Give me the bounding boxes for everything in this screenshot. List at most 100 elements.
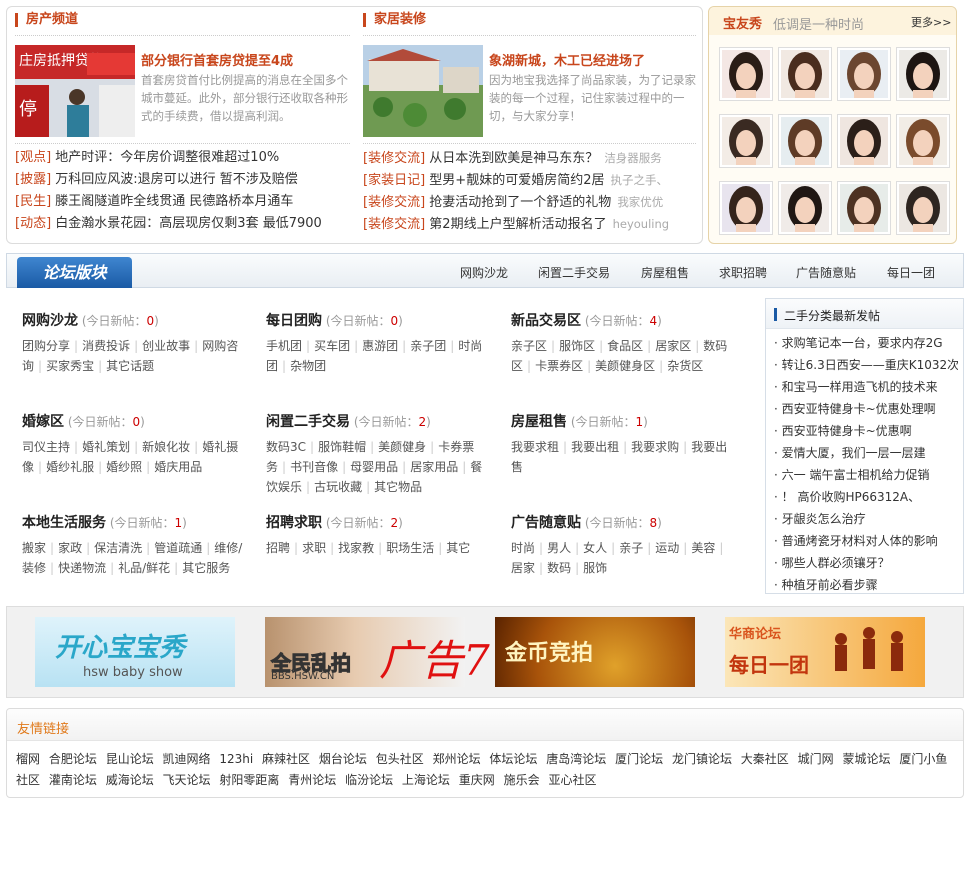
friend-link[interactable]: 烟台论坛 (319, 752, 367, 766)
subforum-link[interactable]: 婚纱照 (106, 460, 142, 474)
friend-link[interactable]: 临汾论坛 (345, 773, 393, 787)
baby-show-more-link[interactable]: 更多>> (911, 14, 951, 30)
subforum-link[interactable]: 我要出租 (571, 440, 619, 454)
home-feature-image[interactable] (363, 45, 483, 137)
subforum-link[interactable]: 亲子区 (511, 339, 547, 353)
baby-photo[interactable] (719, 114, 773, 168)
subforum-link[interactable]: 我要求购 (631, 440, 679, 454)
subforum-link[interactable]: 美容 (691, 541, 715, 555)
subforum-link[interactable]: 搬家 (22, 541, 46, 555)
friend-link[interactable]: 大秦社区 (741, 752, 789, 766)
subforum-link[interactable]: 服饰鞋帽 (318, 440, 366, 454)
classified-item[interactable]: · 求购笔记本一台，要求内存2G (774, 332, 958, 354)
friend-link[interactable]: 亚心社区 (548, 773, 596, 787)
friend-link[interactable]: 凯迪网络 (163, 752, 211, 766)
news-item[interactable]: [装修交流] 第2期线上户型解析活动报名了 heyouling (363, 213, 698, 235)
home-title[interactable]: 家居装修 (363, 13, 426, 27)
subforum-link[interactable]: 管道疏通 (154, 541, 202, 555)
subforum-link[interactable]: 杂货区 (667, 359, 703, 373)
subforum-link[interactable]: 食品区 (607, 339, 643, 353)
friend-link[interactable]: 重庆网 (459, 773, 495, 787)
nav-link[interactable]: 广告随意贴 (796, 264, 856, 281)
baby-photo[interactable] (896, 114, 950, 168)
subforum-link[interactable]: 母婴用品 (350, 460, 398, 474)
classified-item[interactable]: · 西安亚特健身卡~优惠啊 (774, 420, 958, 442)
subforum-link[interactable]: 服饰区 (559, 339, 595, 353)
forum-section-tab[interactable]: 论坛版块 (17, 257, 132, 288)
subforum-link[interactable]: 礼品/鲜花 (118, 561, 170, 575)
nav-link[interactable]: 房屋租售 (641, 264, 689, 281)
friend-link[interactable]: 包头社区 (376, 752, 424, 766)
friend-link[interactable]: 施乐会 (504, 773, 540, 787)
news-item[interactable]: [动态] 白金瀚水景花园：高层现房仅剩3套 最低7900 (15, 213, 355, 235)
board-name[interactable]: 闲置二手交易 (266, 414, 350, 430)
subforum-link[interactable]: 男人 (547, 541, 571, 555)
subforum-link[interactable]: 美颜健身 (378, 440, 426, 454)
friend-link[interactable]: 威海论坛 (106, 773, 154, 787)
baby-photo[interactable] (837, 181, 891, 235)
subforum-link[interactable]: 亲子团 (410, 339, 446, 353)
news-item[interactable]: [观点] 地产时评：今年房价调整很难超过10% (15, 147, 355, 169)
classified-item[interactable]: · 六一 端午富士相机给力促销 (774, 464, 958, 486)
board-name[interactable]: 本地生活服务 (22, 515, 106, 531)
baby-photo[interactable] (896, 181, 950, 235)
classified-item[interactable]: · 爱情大厦，我们一层一层建 (774, 442, 958, 464)
home-feature-title[interactable]: 象湖新城，木工已经进场了 (489, 50, 645, 69)
news-item[interactable]: [披露] 万科回应风波:退房可以进行 暂不涉及赔偿 (15, 169, 355, 191)
subforum-link[interactable]: 居家区 (655, 339, 691, 353)
subforum-link[interactable]: 婚庆用品 (154, 460, 202, 474)
subforum-link[interactable]: 我要求租 (511, 440, 559, 454)
subforum-link[interactable]: 惠游团 (362, 339, 398, 353)
subforum-link[interactable]: 服饰 (583, 561, 607, 575)
subforum-link[interactable]: 手机团 (266, 339, 302, 353)
news-item[interactable]: [装修交流] 从日本洗到欧美是神马东东？ 洁身器服务 (363, 147, 698, 169)
classified-item[interactable]: · 西安亚特健身卡~优惠处理啊 (774, 398, 958, 420)
board-name[interactable]: 婚嫁区 (22, 414, 64, 430)
subforum-link[interactable]: 居家 (511, 561, 535, 575)
board-name[interactable]: 招聘求职 (266, 515, 322, 531)
subforum-link[interactable]: 家政 (58, 541, 82, 555)
nav-link[interactable]: 求职招聘 (719, 264, 767, 281)
subforum-link[interactable]: 消费投诉 (82, 339, 130, 353)
ad-baby-show[interactable]: 开心宝宝秀 hsw baby show (35, 617, 235, 687)
subforum-link[interactable]: 职场生活 (386, 541, 434, 555)
subforum-link[interactable]: 快递物流 (58, 561, 106, 575)
subforum-link[interactable]: 亲子 (619, 541, 643, 555)
subforum-link[interactable]: 卡票券区 (535, 359, 583, 373)
realestate-feature-image[interactable]: 庄房抵押贷款 停 (15, 45, 135, 137)
classified-item[interactable]: · 牙龈炎怎么治疗 (774, 508, 958, 530)
classified-item[interactable]: · 普通烤瓷牙材料对人体的影响 (774, 530, 958, 552)
subforum-link[interactable]: 司仪主持 (22, 440, 70, 454)
news-item[interactable]: [家装日记] 型男+靓妹的可爱婚房简约2居 执子之手、 (363, 169, 698, 191)
subforum-link[interactable]: 求职 (302, 541, 326, 555)
baby-photo[interactable] (719, 181, 773, 235)
realestate-feature-title[interactable]: 部分银行首套房贷提至4成 (141, 50, 293, 69)
board-name[interactable]: 每日团购 (266, 313, 322, 329)
nav-link[interactable]: 闲置二手交易 (538, 264, 610, 281)
classified-item[interactable]: · 和宝马一样用造飞机的技术来 (774, 376, 958, 398)
subforum-link[interactable]: 美颜健身区 (595, 359, 655, 373)
subforum-link[interactable]: 其它物品 (374, 480, 422, 494)
subforum-link[interactable]: 数码 (547, 561, 571, 575)
subforum-link[interactable]: 其它话题 (106, 359, 154, 373)
friend-link[interactable]: 龙门镇论坛 (672, 752, 732, 766)
realestate-title[interactable]: 房产频道 (15, 13, 78, 27)
subforum-link[interactable]: 找家教 (338, 541, 374, 555)
baby-photo[interactable] (719, 47, 773, 101)
subforum-link[interactable]: 杂物团 (290, 359, 326, 373)
friend-link[interactable]: 榴网 (16, 752, 40, 766)
subforum-link[interactable]: 其它 (446, 541, 470, 555)
baby-photo[interactable] (778, 47, 832, 101)
classified-item[interactable]: · 种植牙前必看步骤 (774, 574, 958, 596)
subforum-link[interactable]: 时尚 (511, 541, 535, 555)
classified-item[interactable]: · 转让6.3日西安——重庆K1032次 (774, 354, 958, 376)
nav-link[interactable]: 网购沙龙 (460, 264, 508, 281)
friend-link[interactable]: 123hi (219, 752, 253, 766)
subforum-link[interactable]: 运动 (655, 541, 679, 555)
friend-link[interactable]: 青州论坛 (288, 773, 336, 787)
subforum-link[interactable]: 女人 (583, 541, 607, 555)
baby-photo[interactable] (778, 114, 832, 168)
friend-link[interactable]: 郑州论坛 (433, 752, 481, 766)
classified-item[interactable]: · ！ 高价收购HP66312A、 (774, 486, 958, 508)
friend-link[interactable]: 昆山论坛 (106, 752, 154, 766)
